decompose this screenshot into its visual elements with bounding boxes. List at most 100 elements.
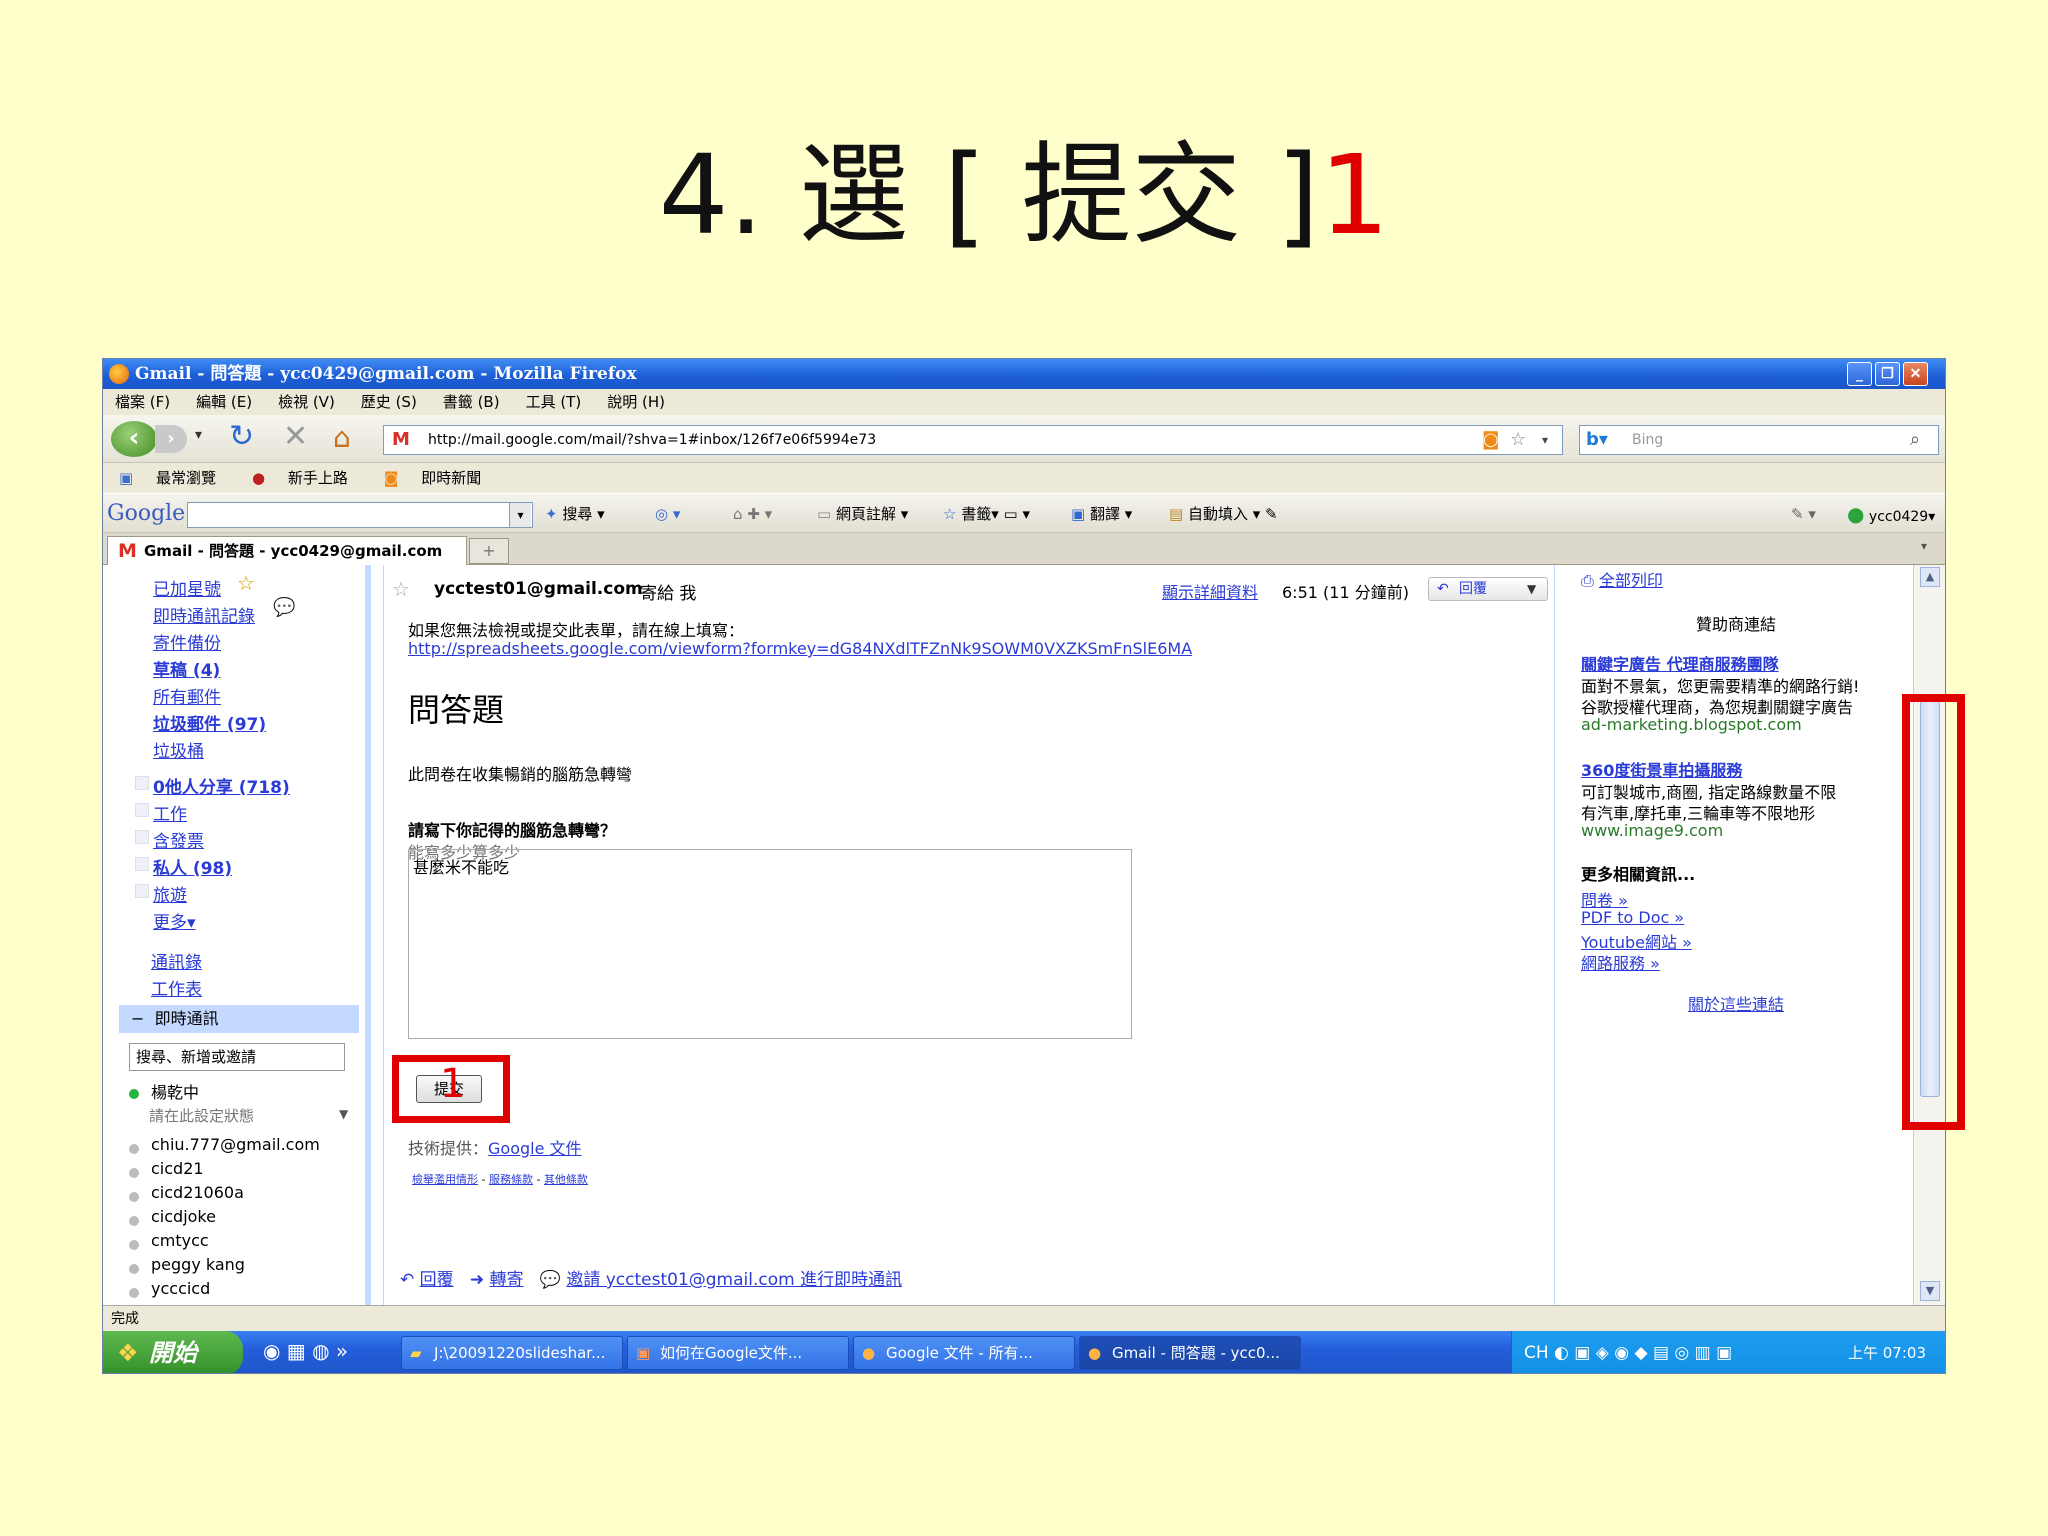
show-details-link[interactable]: 顯示詳細資料: [1162, 579, 1258, 603]
ad2-title-link[interactable]: 360度街景車拍攝服務: [1581, 757, 1742, 781]
chat-search-input[interactable]: 搜尋、新增或邀請: [129, 1043, 345, 1071]
reload-icon[interactable]: ↻: [229, 419, 254, 454]
nav-spam[interactable]: 垃圾郵件 (97): [153, 710, 266, 735]
search-icon[interactable]: ⌕: [1910, 426, 1920, 454]
menu-bookmarks[interactable]: 書籤 (B): [443, 389, 500, 415]
answer-textarea[interactable]: 甚麼米不能吃: [408, 849, 1132, 1039]
slide-title: 4. 選 [ 提交 ]1: [658, 131, 1390, 259]
bookmark-latest-news[interactable]: ◙ 即時新聞: [376, 463, 491, 493]
taskbar-item-gmail[interactable]: ● Gmail - 問答題 - ycc0...: [1079, 1336, 1301, 1370]
menu-edit[interactable]: 編輯 (E): [196, 389, 252, 415]
scroll-up-icon[interactable]: ▲: [1920, 567, 1940, 587]
taskbar-item-powerpoint[interactable]: ▣ 如何在Google文件...: [627, 1336, 849, 1370]
print-all[interactable]: ⎙ 全部列印: [1581, 567, 1663, 591]
forward-button[interactable]: ›: [155, 425, 187, 453]
chat-contact[interactable]: chiu.777@gmail.com: [151, 1135, 320, 1154]
ad1-title-link[interactable]: 關鍵字廣告 代理商服務團隊: [1581, 651, 1779, 675]
nav-contacts[interactable]: 通訊錄: [151, 948, 202, 973]
annotate-button[interactable]: ▭ 網頁註解 ▾: [817, 494, 908, 534]
invite-chat-link[interactable]: 邀請 ycctest01@gmail.com 進行即時通訊: [566, 1270, 902, 1290]
sender-email[interactable]: ycctest01@gmail.com: [434, 579, 643, 599]
quicklaunch-icons[interactable]: ◉ ▦ ◍ »: [263, 1339, 348, 1363]
more-link[interactable]: 網路服務 »: [1581, 950, 1660, 974]
other-terms-link[interactable]: 其他條款: [544, 1173, 588, 1186]
footer-reply-link[interactable]: 回覆: [420, 1270, 454, 1290]
start-button[interactable]: ❖ 開始: [103, 1331, 243, 1373]
star-toggle-icon[interactable]: ☆: [392, 577, 410, 601]
report-abuse-link[interactable]: 檢舉濫用情形: [412, 1173, 478, 1186]
label-travel[interactable]: 旅遊: [153, 881, 187, 906]
translate-button[interactable]: ▣ 翻譯 ▾: [1071, 494, 1132, 534]
back-button[interactable]: ‹: [111, 421, 157, 457]
close-button[interactable]: ✕: [1903, 362, 1928, 386]
reply-button[interactable]: ↶ 回覆 ▼: [1428, 577, 1548, 601]
chat-contact[interactable]: cicd21060a: [151, 1183, 244, 1202]
tab-list-icon[interactable]: ▾: [1921, 539, 1927, 553]
terms-link[interactable]: 服務條款: [489, 1173, 533, 1186]
footer-forward-link[interactable]: 轉寄: [490, 1270, 524, 1290]
nav-tasks[interactable]: 工作表: [151, 975, 202, 1000]
menu-history[interactable]: 歷史 (S): [361, 389, 417, 415]
bookmark-star-icon[interactable]: ☆: [1510, 426, 1526, 454]
form-notice: 如果您無法檢視或提交此表單，請在線上填寫：: [408, 621, 745, 640]
chat-status-setting[interactable]: 請在此設定狀態: [149, 1105, 254, 1126]
chat-contact[interactable]: cicdjoke: [151, 1207, 216, 1226]
labels-more[interactable]: 更多▾: [153, 908, 196, 933]
wrench-icon[interactable]: ✎ ▾: [1791, 494, 1816, 534]
url-bar[interactable]: M http://mail.google.com/mail/?shva=1#in…: [383, 425, 1563, 455]
google-account-menu[interactable]: ● ycc0429▾: [1847, 494, 1935, 537]
nav-trash[interactable]: 垃圾桶: [153, 737, 204, 762]
home-icon[interactable]: ⌂: [333, 421, 351, 454]
status-dropdown-icon[interactable]: ▼: [339, 1107, 348, 1121]
google-search-dropdown-icon[interactable]: ▾: [509, 503, 531, 527]
home-tool-icon[interactable]: ⌂ ✚ ▾: [733, 494, 772, 534]
taskbar-item-explorer[interactable]: ▰ J:\20091220slideshar...: [401, 1336, 623, 1370]
chat-contact[interactable]: cmtycc: [151, 1231, 209, 1250]
menu-view[interactable]: 檢視 (V): [278, 389, 335, 415]
label-invoice[interactable]: 含發票: [153, 827, 204, 852]
bookmark-getting-started[interactable]: ● 新手上路: [244, 463, 358, 493]
scroll-down-icon[interactable]: ▼: [1920, 1281, 1940, 1301]
label-private[interactable]: 私人 (98): [153, 854, 232, 879]
chat-my-name: 楊乾中: [151, 1083, 200, 1102]
nav-all-mail[interactable]: 所有郵件: [153, 683, 221, 708]
form-link[interactable]: http://spreadsheets.google.com/viewform?…: [408, 639, 1192, 658]
google-search-button[interactable]: ✦ 搜尋 ▾: [545, 494, 605, 534]
chat-contact[interactable]: cicd21: [151, 1159, 204, 1178]
label-color-square: [135, 803, 149, 817]
legal-links: 檢舉濫用情形 - 服務條款 - 其他條款: [412, 1173, 588, 1186]
label-shared[interactable]: 0他人分享 (718): [153, 773, 290, 798]
bookmark-most-visited[interactable]: ▣ 最常瀏覽: [111, 463, 226, 493]
history-dropdown-icon[interactable]: ▾: [195, 427, 202, 443]
star-icon: ☆: [237, 571, 255, 595]
restore-button[interactable]: ❐: [1875, 362, 1900, 386]
nav-drafts[interactable]: 草稿 (4): [153, 656, 220, 681]
nav-chats[interactable]: 即時通訊記錄: [153, 602, 255, 627]
chat-contact[interactable]: ycccicd: [151, 1279, 210, 1298]
google-bookmarks-button[interactable]: ☆ 書籤▾ ▭ ▾: [943, 494, 1030, 534]
chat-panel-header[interactable]: − 即時通訊: [119, 1005, 359, 1033]
bing-icon[interactable]: b▾: [1586, 426, 1608, 454]
url-dropdown-icon[interactable]: ▾: [1542, 426, 1548, 454]
google-toolbar-search-input[interactable]: [187, 502, 533, 528]
menu-tools[interactable]: 工具 (T): [526, 389, 582, 415]
tab-gmail[interactable]: M Gmail - 問答題 - ycc0429@gmail.com: [107, 536, 467, 565]
more-link[interactable]: PDF to Doc »: [1581, 908, 1684, 927]
menu-file[interactable]: 檔案 (F): [115, 389, 170, 415]
nav-starred[interactable]: 已加星號: [153, 575, 221, 600]
taskbar-item-google-docs[interactable]: ● Google 文件 - 所有...: [853, 1336, 1075, 1370]
nav-sent[interactable]: 寄件備份: [153, 629, 221, 654]
minimize-button[interactable]: _: [1847, 362, 1872, 386]
label-work[interactable]: 工作: [153, 800, 187, 825]
search-input[interactable]: b▾ Bing ⌕: [1579, 425, 1939, 455]
tray-icons[interactable]: CH ◐ ▣ ◈ ◉ ◆ ▤ ◎ ▥ ▣: [1524, 1331, 1732, 1373]
stop-icon[interactable]: ✕: [283, 419, 308, 454]
autofill-button[interactable]: ▤ 自動填入 ▾ ✎: [1169, 494, 1278, 534]
chat-contact[interactable]: peggy kang: [151, 1255, 245, 1274]
menu-help[interactable]: 說明 (H): [607, 389, 665, 415]
google-docs-link[interactable]: Google 文件: [488, 1139, 582, 1158]
spiral-tool-icon[interactable]: ◎ ▾: [655, 494, 680, 534]
rss-icon[interactable]: ◙: [1482, 426, 1499, 454]
new-tab-button[interactable]: +: [469, 538, 509, 564]
about-links[interactable]: 關於這些連結: [1571, 991, 1901, 1015]
